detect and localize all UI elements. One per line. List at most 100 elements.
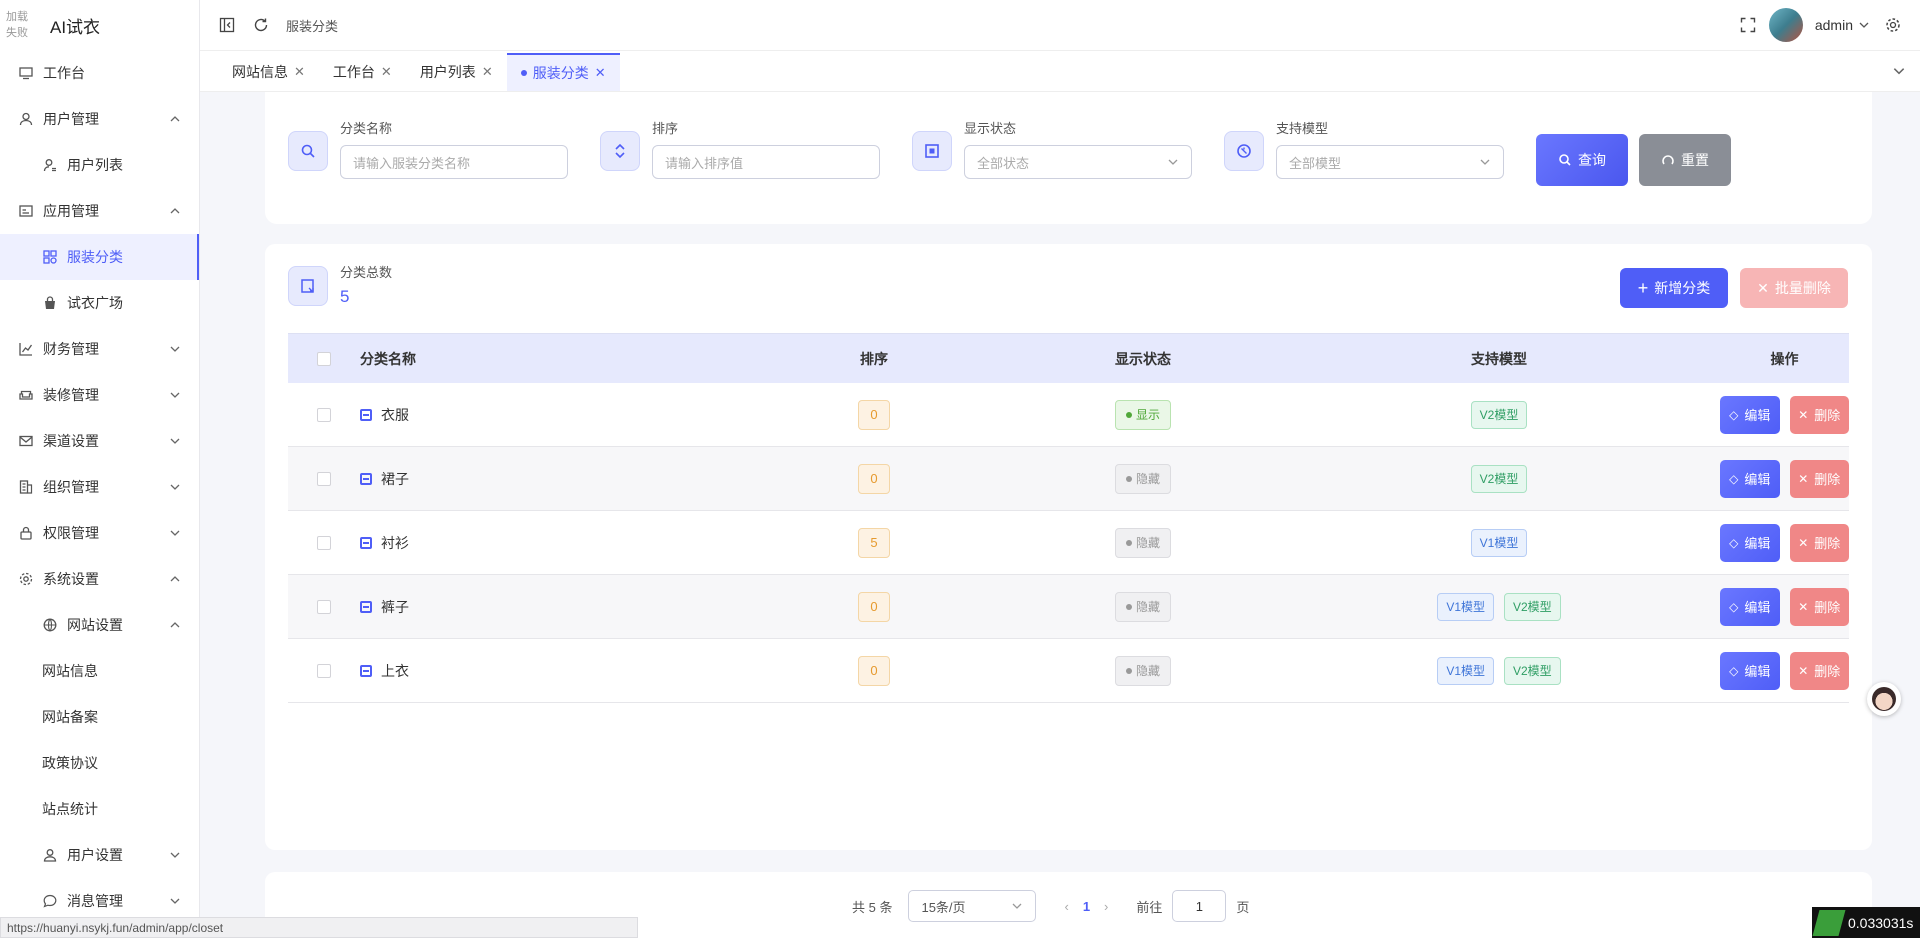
sidebar-item-site-info[interactable]: 网站信息 [0, 648, 199, 694]
chevron-down-icon [1480, 159, 1490, 165]
sidebar-item-user-list[interactable]: 用户列表 [0, 142, 199, 188]
collapse-sidebar-icon[interactable] [218, 16, 236, 34]
sofa-icon [18, 387, 34, 403]
select-all-checkbox[interactable] [317, 351, 331, 366]
settings-gear-icon[interactable] [1884, 16, 1902, 34]
edit-button[interactable]: ◇ 编辑 [1720, 459, 1780, 498]
status-badge: 隐藏 [1114, 527, 1171, 558]
sidebar-item-user-management[interactable]: 用户管理 [0, 96, 199, 142]
tab-clothing-category[interactable]: 服装分类 ✕ [506, 53, 620, 91]
status-text: 显示 [1135, 408, 1160, 422]
sidebar-item-user-settings[interactable]: 用户设置 [0, 832, 199, 878]
diamond-edit-icon: ◇ [1729, 471, 1739, 486]
chevron-up-icon [170, 116, 180, 122]
header-sort: 排序 [860, 350, 888, 367]
batch-delete-button[interactable]: ✕ 批量删除 [1740, 268, 1848, 308]
page-size-select[interactable]: 15条/页 [908, 890, 1037, 922]
model-tag: V2模型 [1470, 400, 1528, 429]
total-value: 5 [340, 287, 350, 306]
next-page-icon[interactable]: › [1104, 899, 1108, 914]
reset-button[interactable]: 重置 [1639, 134, 1731, 186]
row-checkbox[interactable] [317, 663, 331, 678]
sidebar-item-label: 用户列表 [67, 157, 123, 173]
leaf-logo-icon [1812, 909, 1846, 936]
sort-badge: 0 [858, 591, 890, 622]
chevron-down-icon [170, 346, 180, 352]
sidebar-item-workbench[interactable]: 工作台 [0, 50, 199, 96]
diamond-edit-icon: ◇ [1729, 407, 1739, 422]
row-checkbox[interactable] [317, 471, 331, 486]
edit-button[interactable]: ◇ 编辑 [1720, 395, 1780, 434]
sidebar-item-app-management[interactable]: 应用管理 [0, 188, 199, 234]
gear-icon [18, 571, 34, 587]
total-label: 分类总数 [340, 265, 393, 280]
query-button[interactable]: 查询 [1536, 134, 1628, 186]
row-checkbox[interactable] [317, 599, 331, 614]
filter-label: 分类名称 [340, 121, 393, 136]
model-tag: V1模型 [1437, 592, 1494, 621]
timer-value: 0.033031s [1848, 914, 1914, 931]
header-status: 显示状态 [1115, 350, 1171, 367]
delete-button[interactable]: ✕ 删除 [1789, 523, 1849, 562]
filter-name: 分类名称 请输入服装分类名称 [288, 118, 568, 179]
close-icon[interactable]: ✕ [294, 64, 305, 80]
sidebar-item-clothing-category[interactable]: 服装分类 [0, 234, 199, 280]
user-menu[interactable]: admin [1815, 17, 1870, 33]
sidebar-item-organization[interactable]: 组织管理 [0, 464, 199, 510]
category-name-input[interactable]: 请输入服装分类名称 [340, 145, 568, 179]
sidebar-item-site-settings[interactable]: 网站设置 [0, 602, 199, 648]
sidebar-item-system-settings[interactable]: 系统设置 [0, 556, 199, 602]
goto-label: 前往 [1136, 899, 1163, 915]
monitor-icon [18, 65, 34, 81]
current-page[interactable]: 1 [1083, 899, 1090, 914]
refresh-icon[interactable] [252, 16, 270, 34]
row-checkbox[interactable] [317, 535, 331, 550]
diamond-edit-icon: ◇ [1729, 663, 1739, 678]
tab-workbench[interactable]: 工作台 ✕ [319, 53, 406, 91]
sidebar-item-label: 权限管理 [43, 525, 99, 541]
sidebar-item-policy[interactable]: 政策协议 [0, 740, 199, 786]
sidebar-item-permission[interactable]: 权限管理 [0, 510, 199, 556]
tab-bar: 网站信息 ✕ 工作台 ✕ 用户列表 ✕ 服装分类 ✕ [200, 51, 1920, 92]
logo[interactable]: 加载 失败 AI试衣 [0, 0, 199, 50]
sidebar-item-label: 消息管理 [67, 893, 123, 909]
sidebar-item-finance[interactable]: 财务管理 [0, 326, 199, 372]
delete-button[interactable]: ✕ 删除 [1789, 395, 1849, 434]
tab-site-info[interactable]: 网站信息 ✕ [218, 53, 319, 91]
goto-value: 1 [1195, 898, 1204, 914]
edit-button[interactable]: ◇ 编辑 [1720, 523, 1780, 562]
sidebar-item-site-stats[interactable]: 站点统计 [0, 786, 199, 832]
close-icon[interactable]: ✕ [595, 65, 606, 81]
delete-button[interactable]: ✕ 删除 [1789, 459, 1849, 498]
goto-page-input[interactable]: 1 [1172, 890, 1227, 922]
delete-button[interactable]: ✕ 删除 [1789, 587, 1849, 626]
status-select[interactable]: 全部状态 [964, 145, 1192, 179]
category-icon [360, 536, 372, 549]
avatar[interactable] [1768, 8, 1803, 42]
input-placeholder: 请输入服装分类名称 [353, 155, 471, 171]
delete-button[interactable]: ✕ 删除 [1789, 651, 1849, 690]
sidebar-item-label: 网站设置 [67, 617, 123, 633]
sidebar: 加载 失败 AI试衣 工作台 用户管理 用户列表 应用管理 服装分类 试衣广场 财… [0, 0, 200, 938]
assistant-avatar[interactable] [1867, 682, 1901, 716]
prev-page-icon[interactable]: ‹ [1064, 899, 1068, 914]
add-category-button[interactable]: + 新增分类 [1620, 268, 1728, 308]
model-select[interactable]: 全部模型 [1276, 145, 1504, 179]
sidebar-item-channel[interactable]: 渠道设置 [0, 418, 199, 464]
tab-user-list[interactable]: 用户列表 ✕ [406, 53, 507, 91]
chevron-down-icon[interactable] [1892, 64, 1906, 78]
sort-value-input[interactable]: 请输入排序值 [652, 145, 880, 179]
search-icon [288, 131, 328, 171]
chevron-down-icon [1013, 903, 1022, 909]
fullscreen-icon[interactable] [1739, 16, 1757, 34]
row-checkbox[interactable] [317, 407, 331, 422]
edit-button[interactable]: ◇ 编辑 [1720, 587, 1780, 626]
sidebar-item-site-filing[interactable]: 网站备案 [0, 694, 199, 740]
select-value: 全部状态 [977, 155, 1030, 171]
close-icon[interactable]: ✕ [482, 64, 493, 80]
edit-button[interactable]: ◇ 编辑 [1720, 651, 1780, 690]
close-icon[interactable]: ✕ [381, 64, 392, 80]
sidebar-item-fitting-square[interactable]: 试衣广场 [0, 280, 199, 326]
category-name: 裙子 [381, 470, 409, 487]
sidebar-item-decoration[interactable]: 装修管理 [0, 372, 199, 418]
